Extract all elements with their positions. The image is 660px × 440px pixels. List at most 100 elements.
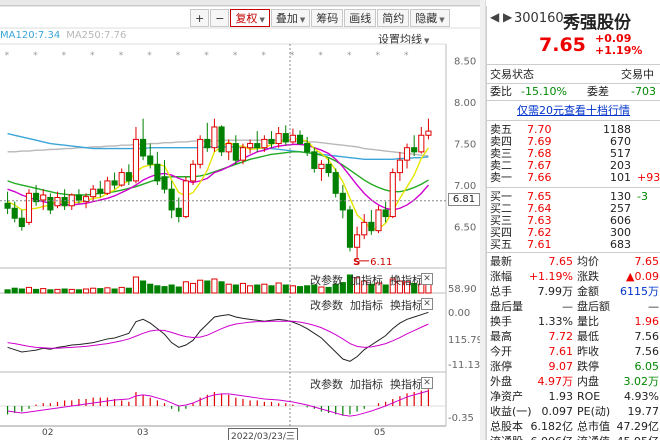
stock-stats: 最新 7.65 均价 7.65 涨幅 +1.19% 涨跌 ▲0.09 总手 7.99万 金额 6115… (487, 254, 660, 440)
event-marker-icon: * (290, 51, 295, 61)
candle (18, 217, 25, 228)
volume-bar (204, 280, 211, 294)
orderbook-label: 卖一 (490, 171, 512, 184)
event-marker-icon: * (33, 51, 38, 61)
candle (40, 194, 47, 201)
volume-bar (168, 284, 175, 294)
orderbook-row[interactable]: 买二 7.64 257 (487, 203, 660, 215)
stat-label: 流通股 (490, 434, 523, 440)
candle (282, 133, 289, 143)
candle (4, 202, 11, 209)
volume-bar (33, 288, 40, 294)
candle (25, 192, 33, 223)
param-button[interactable]: 改参数 (310, 299, 343, 312)
volume-bar (25, 286, 33, 294)
price-axis-label: 7.00 (454, 181, 476, 192)
candle (182, 180, 189, 218)
volume-panel-header: 改参数 加指标 换指标 (310, 272, 423, 288)
volume-scale-bottom: 0.00 (448, 308, 471, 319)
orderbook-row[interactable]: 卖三 7.68 517 (487, 148, 660, 160)
stock-code: 300160 (514, 11, 564, 26)
quote-panel: ◀ ▶ 300160 秀强股份 7.65 +0.09 +1.19% 交易状态 交… (486, 6, 660, 440)
stat-label: 盘后量 (490, 300, 523, 313)
candle (239, 147, 247, 161)
indicator-line (7, 390, 429, 417)
stat-value: 7.56 (634, 345, 660, 358)
candle (289, 134, 296, 143)
stat-row: 换手 1.33% 量比 1.96 (487, 314, 660, 329)
orderbook-row[interactable]: 买三 7.63 606 (487, 215, 660, 227)
candle (346, 209, 354, 248)
stat-value: 1.96 (634, 315, 660, 328)
stat-label: ROE (577, 390, 601, 403)
close-panel-icon[interactable]: ✕ (421, 377, 433, 389)
candle (154, 163, 161, 182)
event-marker-icon: * (376, 51, 381, 61)
last-price: 7.65 (539, 34, 586, 56)
stat-label: 今开 (490, 345, 512, 358)
stat-label: 涨跌 (577, 270, 599, 283)
orderbook-row[interactable]: 卖五 7.70 1188 (487, 124, 660, 136)
stat-row: 今开 7.61 昨收 7.56 (487, 344, 660, 359)
volume-bar (75, 289, 82, 294)
candle (204, 138, 211, 149)
candle (389, 172, 396, 218)
param-button[interactable]: 改参数 (310, 378, 343, 391)
orderbook-row[interactable]: 卖四 7.69 670 (487, 136, 660, 148)
candle (418, 134, 425, 153)
stat-label: 均价 (577, 255, 599, 268)
candle (104, 180, 111, 194)
price-change: +0.09 +1.19% (595, 33, 642, 57)
add-indicator-button[interactable]: 加指标 (350, 378, 383, 391)
add-indicator-button[interactable]: 加指标 (350, 299, 383, 312)
candle (311, 151, 318, 169)
orderbook-row[interactable]: 卖一 7.66 101 +93 (487, 172, 660, 184)
volume-bar (140, 280, 147, 294)
stat-label: 最高 (490, 330, 512, 343)
price-axis-label: 8.50 (454, 57, 476, 68)
stat-label: 量比 (577, 315, 599, 328)
volume-bar (161, 286, 168, 294)
volume-bar (111, 288, 118, 294)
axis-month: 02 (42, 428, 54, 438)
stat-row: 流通股 6.006亿流通值 45.95亿 (487, 434, 660, 440)
add-indicator-button[interactable]: 加指标 (350, 274, 383, 287)
event-marker-icon: * (90, 51, 95, 61)
stat-label: 总股本 (490, 420, 523, 433)
stat-row: 最新 7.65 均价 7.65 (487, 254, 660, 269)
weicha-value: -703 (631, 85, 656, 98)
close-panel-icon[interactable]: ✕ (421, 273, 433, 285)
param-button[interactable]: 改参数 (310, 274, 343, 287)
candle (11, 207, 18, 219)
orderbook-row[interactable]: 卖二 7.67 203 (487, 160, 660, 172)
volume-bar (175, 286, 182, 294)
weibi-label: 委比 (490, 85, 512, 98)
stat-label: 净资产 (490, 390, 523, 403)
prev-next-stock-icon[interactable]: ◀ ▶ (490, 10, 512, 24)
volume-bar (254, 284, 261, 294)
candle (361, 221, 368, 236)
candle (225, 143, 232, 153)
macd-scale-top: 115.79 (448, 335, 483, 346)
candle (396, 159, 403, 174)
switch-indicator-button[interactable]: 换指标 (390, 274, 423, 287)
candle (218, 126, 225, 153)
event-marker-icon: * (347, 51, 352, 61)
level2-promo-link[interactable]: 仅需20元查看十档行情 (517, 102, 630, 118)
volume-bar (61, 288, 68, 294)
close-panel-icon[interactable]: ✕ (421, 298, 433, 310)
switch-indicator-button[interactable]: 换指标 (390, 378, 423, 391)
volume-bar (296, 286, 304, 294)
orderbook-row[interactable]: 买一 7.65 130 -3 (487, 191, 660, 203)
candle (54, 196, 61, 207)
orderbook-row[interactable]: 买四 7.62 300 (487, 227, 660, 239)
event-marker-icon: * (5, 51, 10, 61)
kline-chart[interactable]: 8.50 8.00 7.50 7.00 6.50 * * * * * * * * * * * * * * * 6.11 S (0, 0, 480, 440)
stat-row: 净资产 1.93 ROE 4.93% (487, 389, 660, 404)
orderbook-row[interactable]: 买五 7.61 683 (487, 239, 660, 251)
stat-label: 总手 (490, 285, 512, 298)
switch-indicator-button[interactable]: 换指标 (390, 299, 423, 312)
event-marker-icon: * (62, 51, 67, 61)
candle (161, 176, 168, 190)
candle (197, 138, 204, 165)
